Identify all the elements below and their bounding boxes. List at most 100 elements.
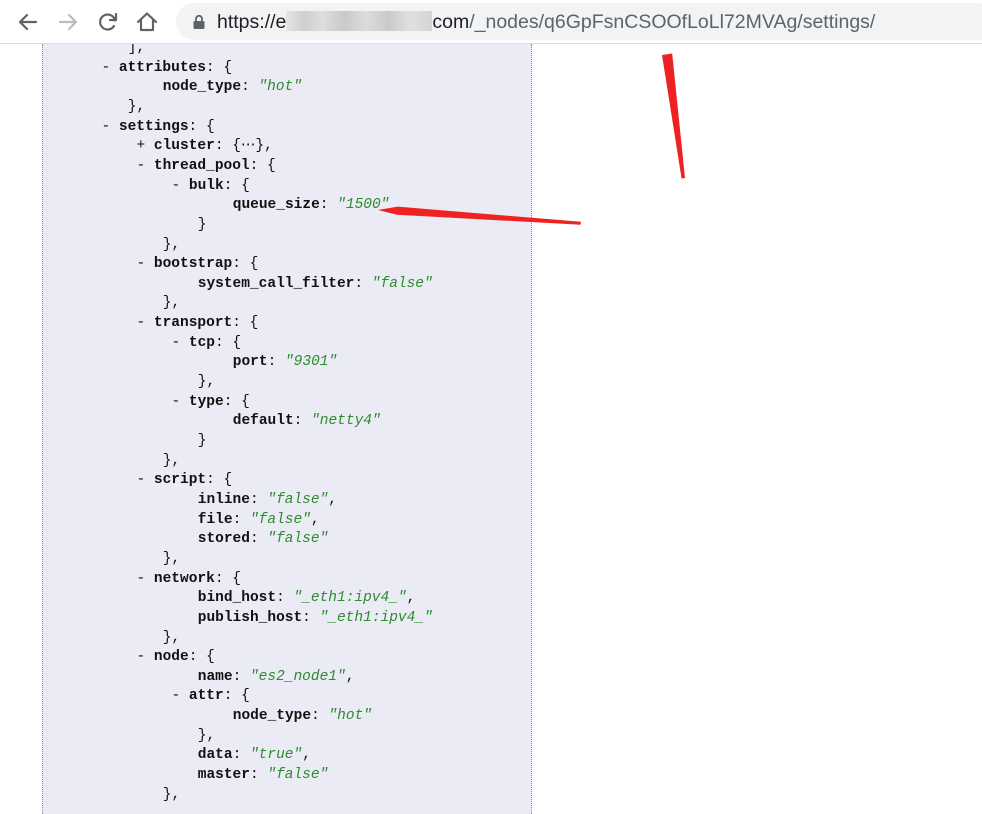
json-string-value: "es2_node1" [249, 668, 346, 685]
json-string-value: "hot" [258, 79, 302, 96]
json-key: bind_host [197, 590, 277, 607]
collapse-toggle[interactable]: - [137, 315, 146, 331]
collapse-toggle[interactable]: - [137, 158, 146, 174]
json-punctuation: { [241, 177, 250, 194]
json-key: transport [153, 315, 233, 332]
json-punctuation: ], [127, 44, 146, 56]
address-bar[interactable]: https://e com/_nodes/q6GpFsnCSOOfLoLl72MV… [176, 3, 982, 40]
json-punctuation: { [267, 157, 276, 174]
json-punctuation: }, [197, 374, 216, 391]
json-punctuation: , [345, 668, 355, 685]
json-key: stored [197, 531, 250, 548]
json-key: inline [197, 491, 250, 508]
json-line: - tcp: { [172, 333, 242, 353]
json-line: }, [163, 235, 180, 255]
reload-icon [99, 12, 118, 31]
json-key: node_type [162, 79, 242, 96]
json-line: port: "9301" [233, 352, 337, 372]
json-line: stored: "false" [198, 529, 329, 549]
json-punctuation: , [328, 491, 337, 508]
json-separator: : [215, 334, 233, 351]
json-line: }, [163, 549, 180, 569]
url-text[interactable]: https://e com/_nodes/q6GpFsnCSOOfLoLl72MV… [217, 9, 875, 35]
collapse-toggle[interactable]: - [172, 178, 181, 194]
json-separator: : [223, 177, 242, 194]
json-key: tcp [188, 334, 216, 351]
json-line: data: "true", [198, 745, 311, 765]
json-separator: : [188, 649, 207, 666]
json-punctuation: }, [162, 452, 181, 469]
json-separator: : [188, 118, 206, 135]
json-key: attributes [118, 59, 206, 76]
json-key: master [197, 767, 250, 784]
lock-icon [193, 14, 205, 29]
json-punctuation: { [205, 118, 215, 135]
json-line: }, [198, 372, 215, 392]
json-string-value: "_eth1:ipv4_" [293, 590, 407, 607]
json-separator: : [206, 472, 224, 489]
json-line: - node: { [137, 647, 215, 667]
collapse-toggle[interactable]: - [102, 119, 111, 135]
json-punctuation: } [197, 216, 207, 233]
json-line: - script: { [137, 470, 233, 490]
json-separator: : [205, 59, 224, 76]
expand-toggle[interactable]: + [137, 138, 146, 154]
forward-button[interactable] [55, 9, 81, 35]
json-separator: : [311, 708, 329, 725]
json-key: data [197, 747, 233, 764]
json-line: file: "false", [198, 510, 320, 530]
json-viewer: ], - attributes: {node_type: "hot"}, - set… [42, 44, 532, 814]
json-line: - type: { [172, 392, 250, 412]
json-punctuation: { [232, 570, 241, 587]
json-key: queue_size [232, 197, 320, 214]
json-line: bind_host: "_eth1:ipv4_", [198, 588, 416, 608]
collapse-toggle[interactable]: - [137, 571, 146, 587]
json-key: publish_host [197, 609, 303, 626]
json-punctuation: , [406, 590, 416, 607]
json-line: }, [198, 726, 215, 746]
json-key: settings [118, 118, 189, 135]
collapse-toggle[interactable]: - [102, 60, 111, 76]
back-button[interactable] [15, 9, 41, 35]
json-line: }, [163, 628, 180, 648]
json-line: queue_size: "1500" [233, 195, 390, 215]
json-string-value: "9301" [284, 354, 338, 371]
json-line: }, [163, 785, 180, 805]
json-separator: : [249, 491, 268, 508]
json-key: default [232, 413, 294, 430]
json-separator: : [232, 315, 250, 332]
url-prefix: https://e [217, 11, 287, 33]
json-punctuation: { [249, 315, 259, 332]
json-key: network [153, 570, 215, 587]
collapse-toggle[interactable]: - [137, 256, 146, 272]
json-separator: : [223, 393, 242, 410]
json-punctuation: { [241, 393, 250, 410]
json-punctuation: , [302, 747, 311, 764]
json-line: default: "netty4" [233, 411, 381, 431]
collapse-toggle[interactable]: - [137, 472, 146, 488]
json-punctuation: }, [162, 550, 181, 567]
json-line: - bootstrap: { [137, 254, 259, 274]
back-arrow-icon [18, 13, 38, 31]
json-key: file [197, 511, 233, 528]
json-string-value: "hot" [328, 708, 372, 725]
json-separator: : [214, 570, 233, 587]
reload-button[interactable] [95, 9, 121, 35]
json-punctuation: }, [162, 295, 181, 312]
collapse-toggle[interactable]: - [137, 649, 146, 665]
json-separator: : [249, 767, 268, 784]
collapse-toggle[interactable]: - [172, 688, 181, 704]
json-punctuation: }, [162, 236, 181, 253]
json-line: }, [163, 451, 180, 471]
collapse-toggle[interactable]: - [172, 394, 181, 410]
forward-arrow-icon [58, 13, 78, 31]
json-string-value: "1500" [337, 197, 390, 214]
json-punctuation: { [223, 472, 233, 489]
collapse-toggle[interactable]: - [172, 335, 181, 351]
url-path: /_nodes/q6GpFsnCSOOfLoLl72MVAg/settings/ [469, 11, 876, 33]
json-separator: : [293, 413, 312, 430]
json-punctuation: { [223, 59, 233, 76]
json-separator: : [223, 688, 242, 705]
home-button[interactable] [134, 9, 160, 35]
json-punctuation: }, [162, 629, 181, 646]
